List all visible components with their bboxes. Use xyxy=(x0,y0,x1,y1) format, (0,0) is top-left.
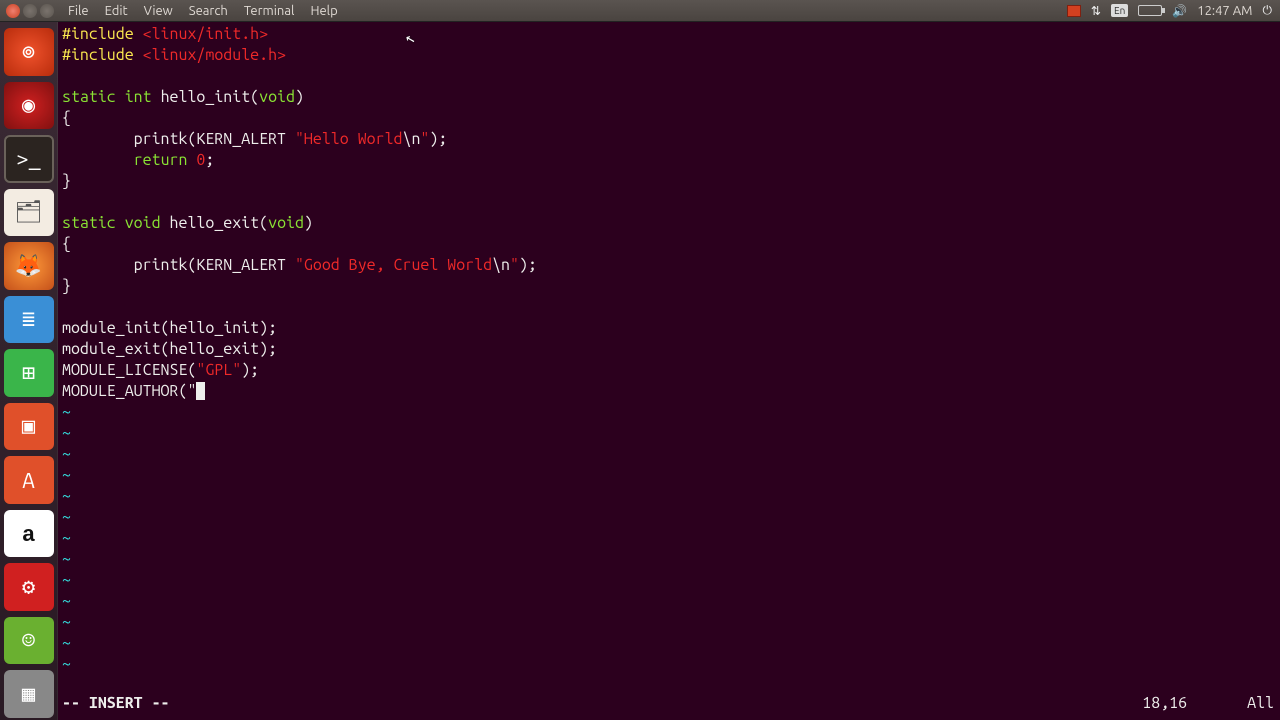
code-text: printk(KERN_ALERT xyxy=(62,130,295,148)
volume-icon[interactable]: 🔊 xyxy=(1172,4,1187,18)
code-text: static xyxy=(62,214,116,232)
code-text: <linux/init.h> xyxy=(143,25,268,43)
minimize-icon[interactable] xyxy=(23,4,37,18)
system-tray: ⇅ En 🔊 12:47 AM ⏻ xyxy=(1067,4,1280,18)
code-text: module_exit(hello_exit); xyxy=(62,340,277,358)
code-text: return xyxy=(134,151,188,169)
code-text: void xyxy=(116,214,161,232)
menu-terminal[interactable]: Terminal xyxy=(236,4,303,18)
vim-tilde: ~ xyxy=(62,403,71,421)
vim-tilde: ~ xyxy=(62,508,71,526)
code-text: \n xyxy=(403,130,421,148)
window-controls xyxy=(0,4,60,18)
vim-tilde: ~ xyxy=(62,655,71,673)
terminal-editor[interactable]: #include <linux/init.h> #include <linux/… xyxy=(58,22,1280,720)
vim-status-bar: -- INSERT -- 18,16 All xyxy=(62,693,1274,714)
menu-help[interactable]: Help xyxy=(302,4,345,18)
impress-icon[interactable]: ▣ xyxy=(4,403,54,451)
menu-bar: File Edit View Search Terminal Help xyxy=(60,4,346,18)
app-red-icon[interactable]: ◉ xyxy=(4,82,54,130)
network-icon[interactable]: ⇅ xyxy=(1091,4,1101,18)
misc2-icon[interactable]: ▦ xyxy=(4,670,54,718)
session-icon[interactable]: ⏻ xyxy=(1263,4,1273,18)
code-text: ); xyxy=(429,130,447,148)
code-text: hello_exit( xyxy=(161,214,269,232)
vim-mode: -- INSERT -- xyxy=(62,693,170,714)
dash-icon[interactable]: ⊚ xyxy=(4,28,54,76)
vim-tilde: ~ xyxy=(62,592,71,610)
code-text: #include xyxy=(62,25,143,43)
code-text: <linux/module.h> xyxy=(143,46,286,64)
code-text: #include xyxy=(62,46,143,64)
close-icon[interactable] xyxy=(6,4,20,18)
code-text: " xyxy=(510,256,519,274)
settings-icon[interactable]: ⚙ xyxy=(4,563,54,611)
vim-tilde: ~ xyxy=(62,529,71,547)
top-panel: File Edit View Search Terminal Help ⇅ En… xyxy=(0,0,1280,22)
code-text: ) xyxy=(304,214,313,232)
vim-tilde: ~ xyxy=(62,634,71,652)
vim-tilde: ~ xyxy=(62,445,71,463)
vim-scroll: All xyxy=(1247,693,1274,714)
code-text: void xyxy=(268,214,304,232)
code-text: "Hello World xyxy=(295,130,403,148)
menu-edit[interactable]: Edit xyxy=(97,4,136,18)
vim-tilde: ~ xyxy=(62,487,71,505)
code-text: hello_init( xyxy=(152,88,260,106)
code-text: ; xyxy=(205,151,214,169)
files-icon[interactable]: 🗂 xyxy=(4,189,54,237)
menu-search[interactable]: Search xyxy=(181,4,236,18)
writer-icon[interactable]: ≣ xyxy=(4,296,54,344)
vim-tilde: ~ xyxy=(62,466,71,484)
code-text: "Good Bye, Cruel World xyxy=(295,256,492,274)
vim-tilde: ~ xyxy=(62,571,71,589)
vim-position: 18,16 xyxy=(1142,693,1187,714)
code-text: "GPL" xyxy=(196,361,241,379)
software-icon[interactable]: A xyxy=(4,456,54,504)
calc-icon[interactable]: ⊞ xyxy=(4,349,54,397)
amazon-icon[interactable]: a xyxy=(4,510,54,558)
code-text: printk(KERN_ALERT xyxy=(62,256,295,274)
code-text: } xyxy=(62,172,71,190)
menu-view[interactable]: View xyxy=(136,4,181,18)
vim-tilde: ~ xyxy=(62,424,71,442)
code-text: void xyxy=(259,88,295,106)
code-text: ); xyxy=(519,256,537,274)
clock[interactable]: 12:47 AM xyxy=(1197,4,1252,18)
notification-icon[interactable] xyxy=(1067,5,1081,17)
maximize-icon[interactable] xyxy=(40,4,54,18)
code-text: module_init(hello_init); xyxy=(62,319,277,337)
code-text: int xyxy=(116,88,152,106)
code-text xyxy=(62,151,134,169)
text-cursor xyxy=(196,382,205,400)
code-text: \n xyxy=(492,256,510,274)
vim-tilde: ~ xyxy=(62,613,71,631)
code-text: static xyxy=(62,88,116,106)
misc1-icon[interactable]: ☺ xyxy=(4,617,54,665)
code-text: MODULE_AUTHOR(" xyxy=(62,382,196,400)
code-text: ); xyxy=(241,361,259,379)
code-text: } xyxy=(62,277,71,295)
keyboard-layout[interactable]: En xyxy=(1111,4,1128,17)
menu-file[interactable]: File xyxy=(60,4,97,18)
firefox-icon[interactable]: 🦊 xyxy=(4,242,54,290)
code-text: { xyxy=(62,235,71,253)
battery-icon[interactable] xyxy=(1138,5,1162,16)
vim-tilde: ~ xyxy=(62,550,71,568)
code-text: MODULE_LICENSE( xyxy=(62,361,196,379)
code-text: ) xyxy=(295,88,304,106)
terminal-icon[interactable]: >_ xyxy=(4,135,54,183)
unity-launcher: ⊚ ◉ >_ 🗂 🦊 ≣ ⊞ ▣ Aa ⚙ ☺ ▦ xyxy=(0,22,58,720)
code-text: { xyxy=(62,109,71,127)
